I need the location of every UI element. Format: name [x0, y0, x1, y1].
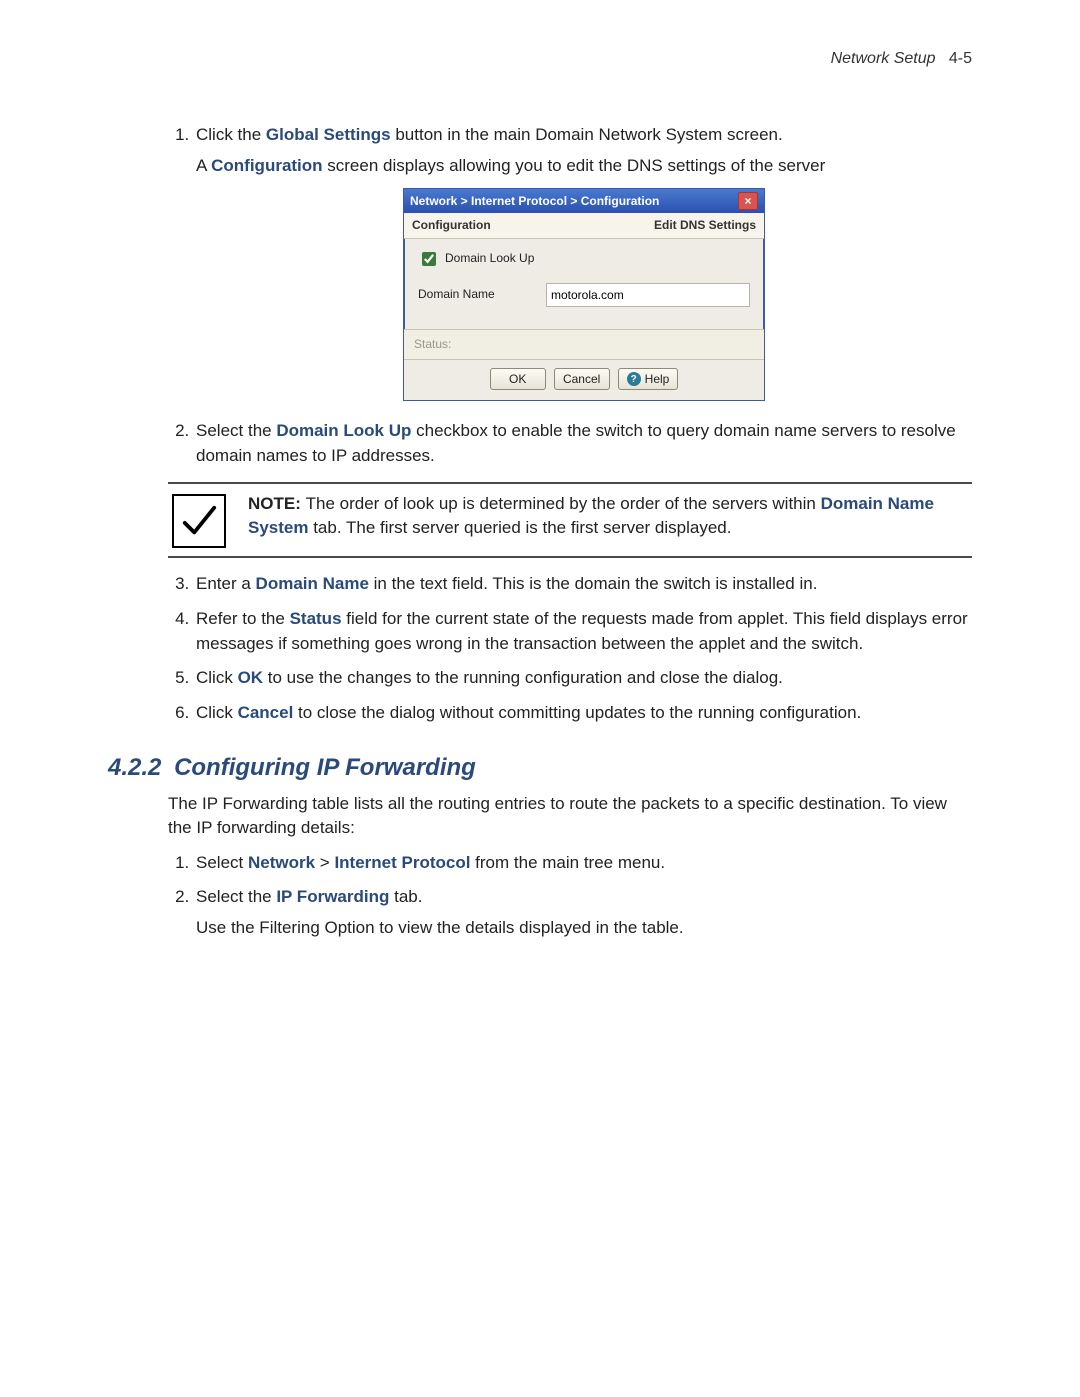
configuration-dialog: Network > Internet Protocol > Configurat… — [403, 188, 765, 401]
global-settings-ref: Global Settings — [266, 125, 391, 144]
status-field: Status: — [404, 330, 764, 360]
step-3: Enter a Domain Name in the text field. T… — [194, 572, 972, 597]
step-6: Click Cancel to close the dialog without… — [194, 701, 972, 726]
page-header: Network Setup 4-5 — [108, 50, 972, 68]
s422-step-1: Select Network > Internet Protocol from … — [194, 851, 972, 876]
domain-name-label: Domain Name — [418, 286, 528, 303]
domain-lookup-ref: Domain Look Up — [276, 421, 411, 440]
step-1-desc: A Configuration screen displays allowing… — [196, 154, 972, 179]
s422-step-2-desc: Use the Filtering Option to view the det… — [196, 916, 972, 941]
step-5: Click OK to use the changes to the runni… — [194, 666, 972, 691]
procedure-list-c: Enter a Domain Name in the text field. T… — [168, 572, 972, 725]
help-button[interactable]: ? Help — [618, 368, 679, 390]
note-label: NOTE: — [248, 494, 306, 513]
domain-lookup-label: Domain Look Up — [445, 250, 534, 267]
step-2: Select the Domain Look Up checkbox to en… — [194, 419, 972, 468]
header-page: 4-5 — [949, 50, 972, 67]
cancel-button[interactable]: Cancel — [554, 368, 610, 390]
note-block: NOTE: The order of look up is determined… — [168, 482, 972, 558]
header-section: Network Setup — [831, 50, 936, 67]
dialog-breadcrumb: Network > Internet Protocol > Configurat… — [410, 193, 659, 210]
checkmark-icon — [172, 494, 226, 548]
dialog-titlebar: Network > Internet Protocol > Configurat… — [404, 189, 764, 213]
section-4-2-2-heading: 4.2.2 Configuring IP Forwarding — [108, 754, 972, 782]
domain-name-input[interactable] — [546, 283, 750, 307]
tab-configuration[interactable]: Configuration — [412, 217, 491, 234]
close-icon[interactable]: × — [738, 192, 758, 210]
dialog-tabs: Configuration Edit DNS Settings — [404, 213, 764, 238]
domain-lookup-checkbox[interactable] — [422, 252, 436, 266]
tab-edit-dns-settings[interactable]: Edit DNS Settings — [654, 217, 756, 234]
section-4-2-2-intro: The IP Forwarding table lists all the ro… — [168, 792, 972, 841]
procedure-list-a: Click the Global Settings button in the … — [168, 123, 972, 468]
help-icon: ? — [627, 372, 641, 386]
step-1: Click the Global Settings button in the … — [194, 123, 972, 401]
ok-button[interactable]: OK — [490, 368, 546, 390]
section-4-2-2-steps: Select Network > Internet Protocol from … — [168, 851, 972, 941]
step-4: Refer to the Status field for the curren… — [194, 607, 972, 656]
s422-step-2: Select the IP Forwarding tab. Use the Fi… — [194, 885, 972, 940]
